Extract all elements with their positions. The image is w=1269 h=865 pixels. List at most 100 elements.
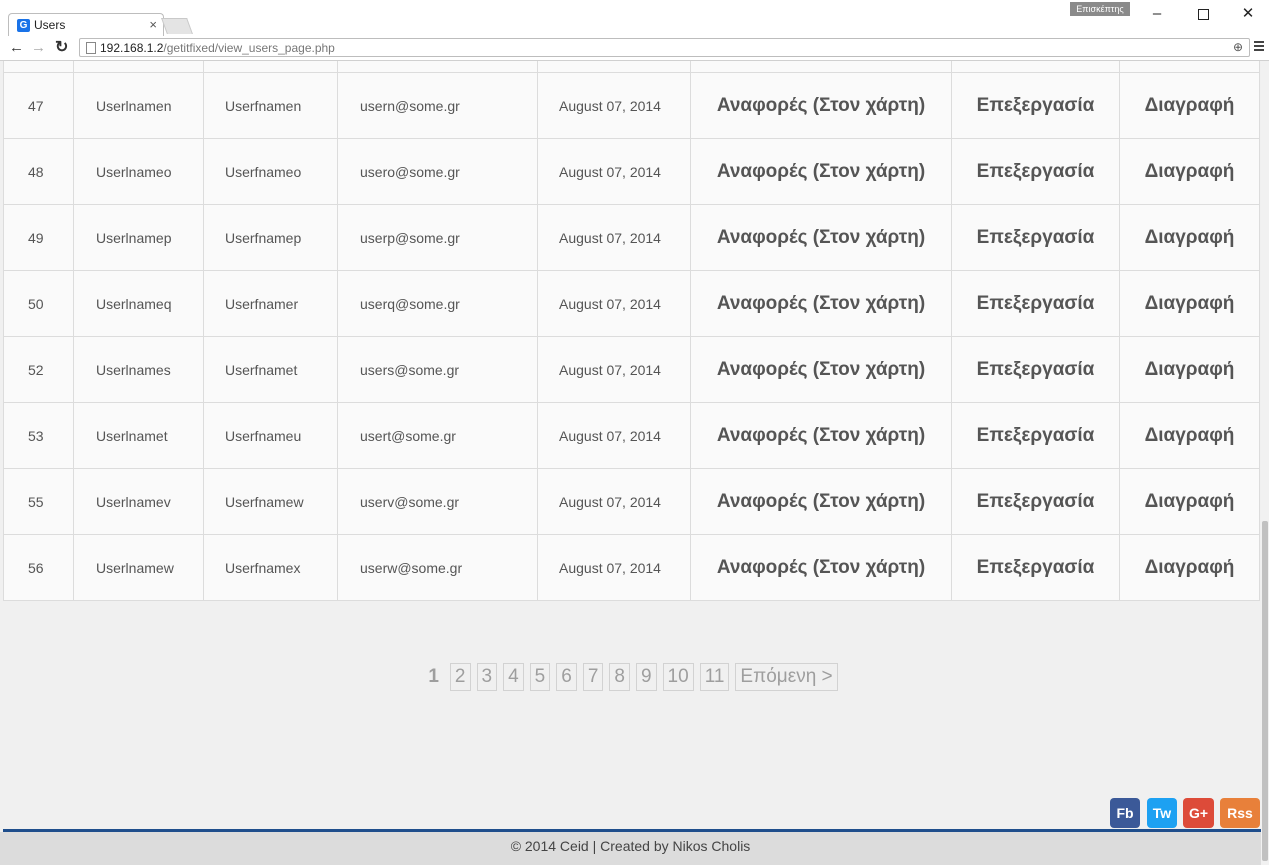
page-link[interactable]: 11 — [699, 663, 730, 691]
page-link[interactable]: 5 — [529, 663, 551, 691]
user-email: usern@some.gr — [337, 72, 538, 139]
footer: © 2014 Ceid | Created by Nikos Cholis — [0, 832, 1261, 865]
user-email: userv@some.gr — [337, 468, 538, 535]
edit-link[interactable]: Επεξεργασία — [977, 161, 1095, 182]
zoom-icon[interactable]: ⊕ — [1233, 40, 1243, 54]
maximize-button[interactable] — [1188, 4, 1218, 24]
user-date: August 07, 2014 — [537, 204, 691, 271]
user-id: 47 — [3, 72, 74, 139]
user-firstname: Userfnameu — [203, 402, 338, 469]
user-date: August 07, 2014 — [537, 72, 691, 139]
url-text[interactable]: 192.168.1.2/getitfixed/view_users_page.p… — [100, 41, 335, 55]
user-firstname: Userfnamep — [203, 204, 338, 271]
close-window-button[interactable]: ✕ — [1233, 4, 1263, 24]
page-link[interactable]: 9 — [635, 663, 657, 691]
users-table: 47 Userlnamen Userfnamen usern@some.gr A… — [3, 61, 1260, 601]
user-date: August 07, 2014 — [537, 336, 691, 403]
user-email: users@some.gr — [337, 336, 538, 403]
page-link[interactable]: 3 — [476, 663, 498, 691]
user-firstname: Userfnamen — [203, 72, 338, 139]
address-bar[interactable]: 192.168.1.2/getitfixed/view_users_page.p… — [79, 38, 1250, 57]
delete-link[interactable]: Διαγραφή — [1145, 491, 1235, 512]
table-row: 56 Userlnamew Userfnamex userw@some.gr A… — [3, 534, 1260, 601]
delete-link[interactable]: Διαγραφή — [1145, 557, 1235, 578]
tab-title: Users — [34, 18, 66, 32]
back-arrow-icon[interactable]: ← — [9, 38, 24, 58]
user-username: Userlnamet — [73, 402, 204, 469]
user-firstname: Userfnamer — [203, 270, 338, 337]
google-plus-button[interactable]: G+ — [1183, 798, 1214, 828]
reports-map-link[interactable]: Αναφορές (Στον χάρτη) — [717, 557, 925, 578]
menu-icon[interactable] — [1254, 41, 1264, 53]
user-firstname: Userfnamew — [203, 468, 338, 535]
page-link[interactable]: 10 — [662, 663, 694, 691]
browser-tab[interactable]: G Users × — [8, 13, 164, 37]
user-username: Userlnameq — [73, 270, 204, 337]
reports-map-link[interactable]: Αναφορές (Στον χάρτη) — [717, 293, 925, 314]
user-date: August 07, 2014 — [537, 534, 691, 601]
minimize-button[interactable]: – — [1142, 4, 1172, 24]
page-link[interactable]: 2 — [449, 663, 471, 691]
edit-link[interactable]: Επεξεργασία — [977, 359, 1095, 380]
delete-link[interactable]: Διαγραφή — [1145, 95, 1235, 116]
page-link[interactable]: 8 — [609, 663, 630, 691]
user-username: Userlnamep — [73, 204, 204, 271]
user-id: 50 — [3, 270, 74, 337]
browser-titlebar: G Users × Επισκέπτης – ✕ — [0, 0, 1269, 37]
twitter-button[interactable]: Tw — [1147, 798, 1177, 828]
reports-map-link[interactable]: Αναφορές (Στον χάρτη) — [717, 95, 925, 116]
reload-icon[interactable]: ↻ — [55, 38, 68, 58]
edit-link[interactable]: Επεξεργασία — [977, 227, 1095, 248]
forward-arrow-icon[interactable]: → — [31, 38, 46, 58]
edit-link[interactable]: Επεξεργασία — [977, 557, 1095, 578]
user-username: Userlnamev — [73, 468, 204, 535]
tab-close-icon[interactable]: × — [149, 17, 157, 32]
edit-link[interactable]: Επεξεργασία — [977, 95, 1095, 116]
vertical-scrollbar[interactable] — [1261, 61, 1269, 865]
next-page-link[interactable]: Επόμενη > — [735, 663, 838, 691]
delete-link[interactable]: Διαγραφή — [1145, 425, 1235, 446]
delete-link[interactable]: Διαγραφή — [1145, 161, 1235, 182]
table-row: 48 Userlnameo Userfnameo usero@some.gr A… — [3, 138, 1260, 205]
user-username: Userlnames — [73, 336, 204, 403]
user-username: Userlnamen — [73, 72, 204, 139]
reports-map-link[interactable]: Αναφορές (Στον χάρτη) — [717, 359, 925, 380]
table-row: 55 Userlnamev Userfnamew userv@some.gr A… — [3, 468, 1260, 535]
delete-link[interactable]: Διαγραφή — [1145, 359, 1235, 380]
reports-map-link[interactable]: Αναφορές (Στον χάρτη) — [717, 227, 925, 248]
table-row: 52 Userlnames Userfnamet users@some.gr A… — [3, 336, 1260, 403]
reports-map-link[interactable]: Αναφορές (Στον χάρτη) — [717, 491, 925, 512]
rss-button[interactable]: Rss — [1220, 798, 1260, 828]
reports-map-link[interactable]: Αναφορές (Στον χάρτη) — [717, 161, 925, 182]
edit-link[interactable]: Επεξεργασία — [977, 293, 1095, 314]
facebook-button[interactable]: Fb — [1110, 798, 1140, 828]
reports-map-link[interactable]: Αναφορές (Στον χάρτη) — [717, 425, 925, 446]
page-link[interactable]: 4 — [503, 663, 524, 691]
delete-link[interactable]: Διαγραφή — [1145, 293, 1235, 314]
delete-link[interactable]: Διαγραφή — [1145, 227, 1235, 248]
user-email: userw@some.gr — [337, 534, 538, 601]
maximize-icon — [1197, 8, 1209, 20]
page-link[interactable]: 6 — [556, 663, 577, 691]
table-row: 47 Userlnamen Userfnamen usern@some.gr A… — [3, 72, 1260, 139]
new-tab-button[interactable] — [161, 18, 193, 34]
user-date: August 07, 2014 — [537, 402, 691, 469]
user-id: 48 — [3, 138, 74, 205]
edit-link[interactable]: Επεξεργασία — [977, 425, 1095, 446]
url-path: /getitfixed/view_users_page.php — [163, 41, 335, 55]
edit-link[interactable]: Επεξεργασία — [977, 491, 1095, 512]
user-id: 52 — [3, 336, 74, 403]
page-link[interactable]: 7 — [582, 663, 604, 691]
table-row: 49 Userlnamep Userfnamep userp@some.gr A… — [3, 204, 1260, 271]
scrollbar-thumb[interactable] — [1262, 521, 1268, 861]
user-firstname: Userfnameo — [203, 138, 338, 205]
user-id: 53 — [3, 402, 74, 469]
user-id: 49 — [3, 204, 74, 271]
user-username: Userlnameo — [73, 138, 204, 205]
user-email: usero@some.gr — [337, 138, 538, 205]
profile-badge[interactable]: Επισκέπτης — [1070, 2, 1130, 16]
browser-toolbar: ← → ↻ 192.168.1.2/getitfixed/view_users_… — [0, 36, 1269, 61]
user-date: August 07, 2014 — [537, 270, 691, 337]
user-date: August 07, 2014 — [537, 468, 691, 535]
favicon-icon: G — [17, 19, 30, 32]
